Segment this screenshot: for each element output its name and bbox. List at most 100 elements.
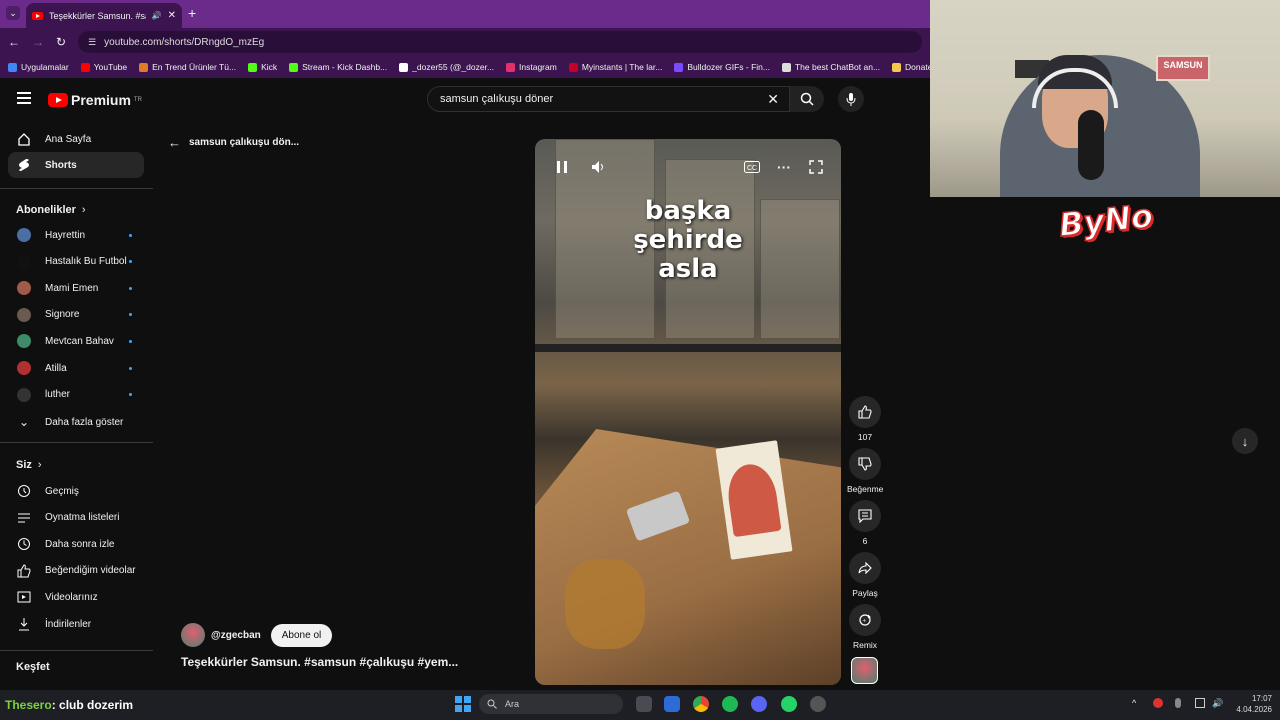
bookmark-item[interactable]: Uygulamalar	[8, 62, 69, 72]
download-icon	[17, 617, 31, 631]
comments-action[interactable]: 6	[847, 500, 883, 546]
avatar	[17, 387, 31, 402]
sidebar-subscription-item[interactable]: Mami Emen	[8, 275, 144, 301]
spotify-icon[interactable]	[722, 696, 738, 712]
video-title[interactable]: Teşekkürler Samsun. #samsun #çalıkuşu #y…	[181, 655, 458, 669]
sidebar-item-home[interactable]: Ana Sayfa	[8, 126, 144, 152]
playlist-icon	[17, 511, 31, 525]
bookmark-item[interactable]: Instagram	[506, 62, 557, 72]
sound-thumbnail[interactable]	[851, 657, 878, 684]
whatsapp-icon[interactable]	[781, 696, 797, 712]
bookmark-item[interactable]: Donate ByNoGam	[892, 62, 930, 72]
discord-icon[interactable]	[751, 696, 767, 712]
new-content-dot	[129, 286, 132, 290]
windows-start-icon[interactable]	[455, 696, 471, 712]
remix-action[interactable]: + Remix	[847, 604, 883, 650]
overlay-line: başka	[644, 196, 732, 226]
bookmark-item[interactable]: En Trend Ürünler Tü...	[139, 62, 236, 72]
dislike-label: Beğenme	[847, 484, 884, 494]
sidebar-subscription-item[interactable]: Mevtcan Bahav	[8, 328, 144, 354]
bookmark-item[interactable]: _dozer55 (@_dozer...	[399, 62, 494, 72]
site-info-icon[interactable]: ☰	[88, 37, 96, 48]
history-icon	[17, 484, 31, 498]
browser-tab-active[interactable]: Teşekkürler Samsun. #samsu 🔊 ✕	[26, 3, 182, 28]
sidebar-item-clock[interactable]: Daha sonra izle	[8, 531, 144, 557]
youtube-premium-logo[interactable]: Premium TR	[48, 92, 142, 108]
volume-button[interactable]	[588, 157, 608, 177]
sidebar-subscription-item[interactable]: luther	[8, 382, 144, 408]
sidebar-item-playlist[interactable]: Oynatma listeleri	[8, 505, 144, 531]
subscription-name: Hastalık Bu Futbol	[45, 256, 127, 268]
share-button[interactable]	[849, 552, 881, 584]
more-options-button[interactable]: ···	[774, 157, 794, 177]
sidebar-subscription-item[interactable]: Hayrettin	[8, 222, 144, 248]
sidebar-item-shorts[interactable]: Shorts	[8, 152, 144, 178]
tab-close-icon[interactable]: ✕	[168, 10, 176, 21]
fullscreen-button[interactable]	[806, 157, 826, 177]
clear-search-icon[interactable]: ✕	[767, 91, 779, 108]
tray-app-icon[interactable]	[1153, 698, 1163, 708]
you-heading[interactable]: Siz ›	[16, 459, 42, 471]
captions-button[interactable]: CC	[742, 157, 762, 177]
like-button[interactable]	[849, 396, 881, 428]
clock-time: 17:07	[1251, 694, 1272, 703]
speaker-icon[interactable]: 🔊	[152, 11, 162, 20]
dislike-action[interactable]: Beğenme	[847, 448, 883, 494]
sidebar-item-thumbs-up[interactable]: Beğendiğim videolar	[8, 558, 144, 584]
bookmark-item[interactable]: The best ChatBot an...	[781, 62, 880, 72]
dislike-button[interactable]	[849, 448, 881, 480]
pause-button[interactable]	[552, 157, 572, 177]
search-button[interactable]	[790, 86, 824, 112]
reload-icon[interactable]: ↻	[56, 35, 66, 49]
sidebar-item-history[interactable]: Geçmiş	[8, 478, 144, 504]
chrome-icon[interactable]	[693, 696, 709, 712]
settings-app-icon[interactable]	[810, 696, 826, 712]
taskbar-search[interactable]: Ara	[479, 694, 623, 714]
bookmark-item[interactable]: Myinstants | The lar...	[568, 62, 662, 72]
bookmark-item[interactable]: Stream - Kick Dashb...	[289, 62, 387, 72]
bookmark-item[interactable]: YouTube	[80, 62, 127, 72]
like-action[interactable]: 107	[847, 396, 883, 442]
tray-microphone-icon[interactable]	[1175, 698, 1181, 708]
channel-avatar[interactable]	[181, 623, 205, 647]
url-field[interactable]: ☰ youtube.com/shorts/DRngdO_mzEg	[78, 31, 922, 53]
bookmark-item[interactable]: Bulldozer GIFs - Fin...	[674, 62, 770, 72]
tab-search-button[interactable]: ⌄	[6, 6, 20, 20]
sidebar-subscription-item[interactable]: Hastalık Bu Futbol	[8, 249, 144, 275]
share-action[interactable]: Paylaş	[847, 552, 883, 598]
comments-button[interactable]	[849, 500, 881, 532]
tray-volume-icon[interactable]: 🔊	[1212, 698, 1223, 708]
remix-button[interactable]: +	[849, 604, 881, 636]
menu-icon[interactable]	[17, 92, 31, 104]
sidebar-item-your-videos[interactable]: Videolarınız	[8, 584, 144, 610]
task-view-icon[interactable]	[636, 696, 652, 712]
bookmark-item[interactable]: Kick	[248, 62, 277, 72]
voice-search-button[interactable]	[838, 86, 864, 112]
channel-name[interactable]: @zgecban	[211, 630, 261, 641]
explore-heading: Keşfet	[16, 661, 50, 673]
back-arrow-icon[interactable]: ←	[8, 35, 20, 49]
sidebar-subscription-item[interactable]: Atilla	[8, 355, 144, 381]
sidebar-item-label: İndirilenler	[45, 618, 92, 630]
search-input[interactable]: samsun çalıkuşu döner ✕	[427, 86, 790, 112]
microsoft-store-icon[interactable]	[664, 696, 680, 712]
sidebar-item-label: Daha sonra izle	[45, 538, 115, 550]
next-short-button[interactable]: ↓	[1232, 428, 1258, 454]
taskbar-clock[interactable]: 17:07 4.04.2026	[1228, 693, 1272, 715]
forward-arrow-icon[interactable]: →	[32, 35, 44, 49]
new-tab-button[interactable]: +	[188, 5, 196, 21]
avatar	[17, 334, 31, 349]
share-label: Paylaş	[852, 588, 878, 598]
sidebar-subscription-item[interactable]: Signore	[8, 302, 144, 328]
subscribe-button[interactable]: Abone ol	[270, 623, 333, 647]
bookmark-favicon-icon	[80, 62, 90, 72]
browser-address-bar: ← → ↻ ☰ youtube.com/shorts/DRngdO_mzEg	[0, 28, 930, 56]
tray-display-icon[interactable]	[1195, 698, 1205, 708]
back-to-results[interactable]: ← samsun çalıkuşu dön...	[168, 135, 299, 150]
bookmark-favicon-icon	[139, 62, 149, 72]
shorts-video-player[interactable]: başka şehirde asla CC ···	[535, 139, 841, 685]
show-more-button[interactable]: ⌄ Daha fazla göster	[8, 409, 144, 435]
sidebar-item-download[interactable]: İndirilenler	[8, 611, 144, 637]
subscriptions-heading[interactable]: Abonelikler ›	[16, 204, 86, 216]
tray-expand-icon[interactable]: ^	[1132, 698, 1142, 708]
